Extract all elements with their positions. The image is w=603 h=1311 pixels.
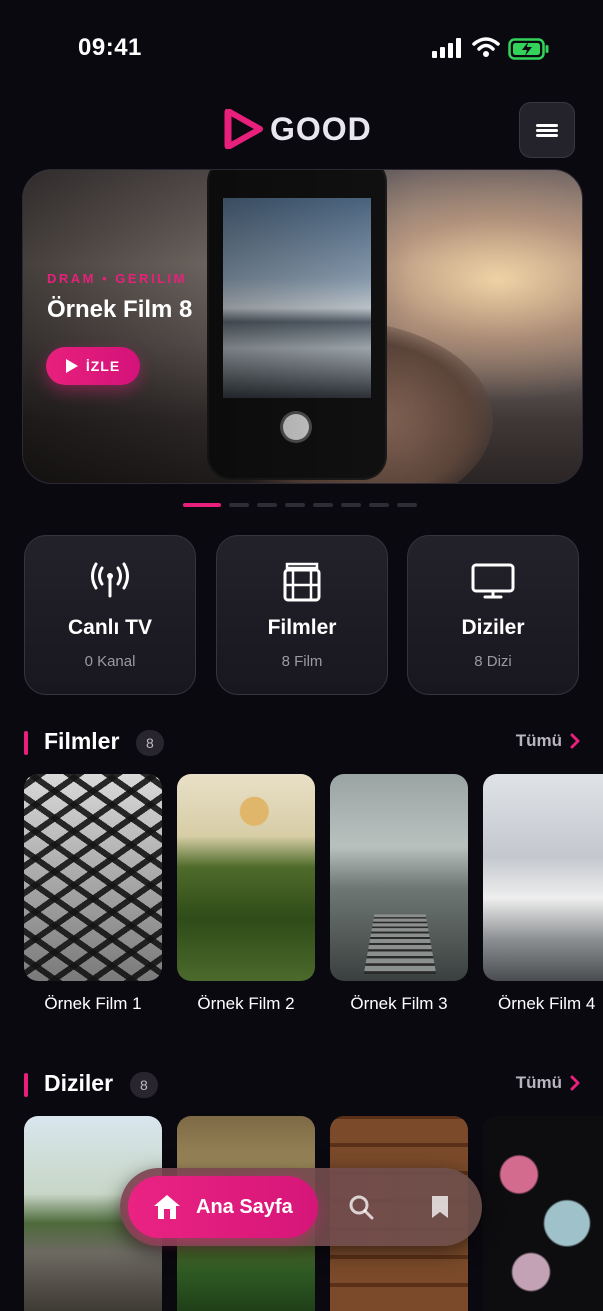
count-badge: 8 xyxy=(136,730,164,756)
category-films[interactable]: Filmler 8 Film xyxy=(216,535,388,695)
watch-button[interactable]: İZLE xyxy=(46,347,140,385)
section-title: Filmler xyxy=(44,728,120,754)
antenna-icon xyxy=(91,562,129,598)
hero-genre: DRAM • GERILIM xyxy=(47,271,187,286)
logo-play-icon xyxy=(224,109,263,149)
play-icon xyxy=(65,359,78,373)
app-logo[interactable]: GOOD xyxy=(224,108,372,150)
film-title[interactable]: Örnek Film 4 xyxy=(483,994,603,1014)
category-series[interactable]: Diziler 8 Dizi xyxy=(407,535,579,695)
carousel-dot[interactable] xyxy=(369,503,389,507)
category-name: Canlı TV xyxy=(67,616,152,639)
carousel-dot[interactable] xyxy=(397,503,417,507)
category-name: Filmler xyxy=(267,616,337,639)
watch-button-label: İZLE xyxy=(85,358,121,374)
series-poster[interactable] xyxy=(483,1116,603,1311)
status-time: 09:41 xyxy=(78,34,142,61)
signal-icon xyxy=(432,38,461,58)
category-live-tv[interactable]: Canlı TV 0 Kanal xyxy=(24,535,196,695)
bookmark-icon[interactable] xyxy=(430,1194,450,1220)
wifi-icon xyxy=(472,37,500,57)
hero-title: Örnek Film 8 xyxy=(47,296,193,323)
carousel-indicator[interactable] xyxy=(183,503,417,507)
nav-home-button[interactable]: Ana Sayfa xyxy=(128,1176,318,1238)
film-title[interactable]: Örnek Film 1 xyxy=(18,994,168,1014)
films-section-header: Filmler 8 Tümü xyxy=(22,728,582,758)
film-title[interactable]: Örnek Film 3 xyxy=(324,994,474,1014)
hamburger-icon xyxy=(536,122,558,139)
film-title[interactable]: Örnek Film 2 xyxy=(171,994,321,1014)
film-poster[interactable] xyxy=(483,774,603,981)
carousel-dot[interactable] xyxy=(257,503,277,507)
search-icon[interactable] xyxy=(348,1194,374,1220)
hero-banner[interactable]: DRAM • GERILIM Örnek Film 8 İZLE xyxy=(22,169,583,484)
nav-home-label: Ana Sayfa xyxy=(196,1195,293,1218)
category-count: 8 Film xyxy=(281,653,323,670)
see-all-label: Tümü xyxy=(515,1073,562,1092)
chevron-right-icon xyxy=(570,1075,580,1091)
film-poster[interactable] xyxy=(177,774,315,981)
category-count: 8 Dizi xyxy=(474,653,512,670)
film-poster[interactable] xyxy=(330,774,468,981)
see-all-series-link[interactable]: Tümü xyxy=(516,1073,580,1093)
chevron-right-icon xyxy=(570,733,580,749)
carousel-dot[interactable] xyxy=(341,503,361,507)
see-all-label: Tümü xyxy=(515,731,562,750)
menu-button[interactable] xyxy=(519,102,575,158)
count-badge: 8 xyxy=(130,1072,158,1098)
carousel-dot[interactable] xyxy=(229,503,249,507)
status-bar: 09:41 xyxy=(0,0,603,96)
section-title: Diziler xyxy=(44,1070,114,1096)
see-all-films-link[interactable]: Tümü xyxy=(516,731,580,751)
bottom-nav: Ana Sayfa xyxy=(120,1168,482,1246)
carousel-dot[interactable] xyxy=(285,503,305,507)
carousel-dot[interactable] xyxy=(183,503,221,507)
section-accent-bar xyxy=(24,1073,28,1097)
home-icon xyxy=(154,1195,180,1219)
film-icon xyxy=(283,562,321,602)
battery-icon xyxy=(508,38,549,60)
logo-text: GOOD xyxy=(270,110,372,147)
section-accent-bar xyxy=(24,731,28,755)
carousel-dot[interactable] xyxy=(313,503,333,507)
category-name: Diziler xyxy=(461,616,525,639)
film-poster[interactable] xyxy=(24,774,162,981)
category-count: 0 Kanal xyxy=(84,653,136,670)
tv-icon xyxy=(471,563,515,599)
series-section-header: Diziler 8 Tümü xyxy=(22,1070,582,1100)
